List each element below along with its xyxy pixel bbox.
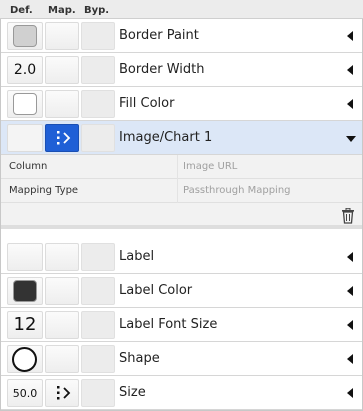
- default-value-button[interactable]: [7, 277, 43, 305]
- bypass-column-header: Byp.: [84, 5, 110, 16]
- expand-arrow-icon[interactable]: [347, 388, 353, 398]
- default-value-button[interactable]: [7, 345, 43, 373]
- column-label: Column: [9, 161, 48, 172]
- column-header: Def. Map. Byp.: [0, 0, 363, 19]
- color-swatch: [13, 280, 37, 302]
- mapping-button[interactable]: [45, 56, 79, 84]
- color-swatch: [13, 93, 37, 115]
- mapping-column-row[interactable]: Column Image URL: [1, 155, 362, 179]
- property-row-border-paint[interactable]: Border Paint: [1, 19, 362, 53]
- bypass-button[interactable]: [81, 90, 115, 118]
- default-value-button[interactable]: 50.0: [7, 379, 43, 407]
- default-column-header: Def.: [10, 5, 33, 16]
- property-row-image-chart-1[interactable]: Image/Chart 1: [1, 121, 362, 155]
- property-label: Label Color: [119, 283, 193, 298]
- expand-arrow-icon[interactable]: [347, 320, 353, 330]
- bypass-button[interactable]: [81, 277, 115, 305]
- mapping-button[interactable]: [45, 311, 79, 339]
- divider: [177, 179, 178, 203]
- style-properties-panel: Border Paint 2.0 Border Width Fill Color: [0, 19, 363, 411]
- mapping-button[interactable]: [45, 90, 79, 118]
- bypass-button[interactable]: [81, 311, 115, 339]
- expand-arrow-icon[interactable]: [347, 286, 353, 296]
- default-value-text: 2.0: [13, 62, 37, 78]
- expand-arrow-icon[interactable]: [347, 31, 353, 41]
- bypass-button[interactable]: [81, 22, 115, 50]
- mapping-actions-row: [1, 203, 362, 229]
- divider: [177, 155, 178, 179]
- property-label: Label Font Size: [119, 317, 218, 332]
- bypass-button[interactable]: [81, 56, 115, 84]
- ellipse-shape-icon: [12, 347, 37, 372]
- default-value-button[interactable]: 2.0: [7, 56, 43, 84]
- mapping-button[interactable]: [45, 345, 79, 373]
- property-label: Border Width: [119, 62, 205, 77]
- expand-arrow-icon[interactable]: [347, 65, 353, 75]
- default-value-button[interactable]: [7, 124, 43, 152]
- default-value-text: 50.0: [12, 387, 38, 400]
- bypass-button[interactable]: [81, 124, 115, 152]
- property-row-label-font-size[interactable]: 12 Label Font Size: [1, 308, 362, 342]
- property-label: Shape: [119, 351, 160, 366]
- property-row-border-width[interactable]: 2.0 Border Width: [1, 53, 362, 87]
- mapping-type-row[interactable]: Mapping Type Passthrough Mapping: [1, 179, 362, 203]
- passthrough-mapping-icon: [57, 386, 71, 400]
- mapping-button[interactable]: [45, 379, 79, 407]
- default-value-button[interactable]: [7, 90, 43, 118]
- passthrough-mapping-icon: [57, 131, 71, 145]
- bypass-button[interactable]: [81, 345, 115, 373]
- expand-arrow-icon[interactable]: [347, 252, 353, 262]
- property-label: Fill Color: [119, 96, 175, 111]
- property-label: Size: [119, 385, 146, 400]
- mapping-button[interactable]: [45, 277, 79, 305]
- expand-arrow-icon[interactable]: [347, 354, 353, 364]
- mapping-button[interactable]: [45, 243, 79, 271]
- property-label: Label: [119, 249, 155, 264]
- property-row-shape[interactable]: Shape: [1, 342, 362, 376]
- mapping-type-label: Mapping Type: [9, 185, 79, 196]
- bypass-button[interactable]: [81, 379, 115, 407]
- default-value-button[interactable]: [7, 243, 43, 271]
- default-value-button[interactable]: 12: [7, 311, 43, 339]
- property-label: Image/Chart 1: [119, 130, 213, 145]
- bypass-button[interactable]: [81, 243, 115, 271]
- default-value-text: 12: [13, 314, 37, 335]
- trash-icon[interactable]: [341, 208, 355, 224]
- mapping-button[interactable]: [45, 124, 79, 152]
- property-row-size[interactable]: 50.0 Size: [1, 376, 362, 410]
- mapping-column-header: Map.: [48, 5, 76, 16]
- property-row-fill-color[interactable]: Fill Color: [1, 87, 362, 121]
- column-value[interactable]: Image URL: [183, 161, 237, 172]
- default-value-button[interactable]: [7, 22, 43, 50]
- expand-arrow-icon[interactable]: [347, 99, 353, 109]
- mapping-button[interactable]: [45, 22, 79, 50]
- color-swatch: [13, 25, 37, 47]
- mapping-type-value[interactable]: Passthrough Mapping: [183, 185, 291, 196]
- property-row-label-color[interactable]: Label Color: [1, 274, 362, 308]
- collapse-arrow-icon[interactable]: [346, 136, 356, 142]
- property-label: Border Paint: [119, 28, 199, 43]
- property-row-label[interactable]: Label: [1, 240, 362, 274]
